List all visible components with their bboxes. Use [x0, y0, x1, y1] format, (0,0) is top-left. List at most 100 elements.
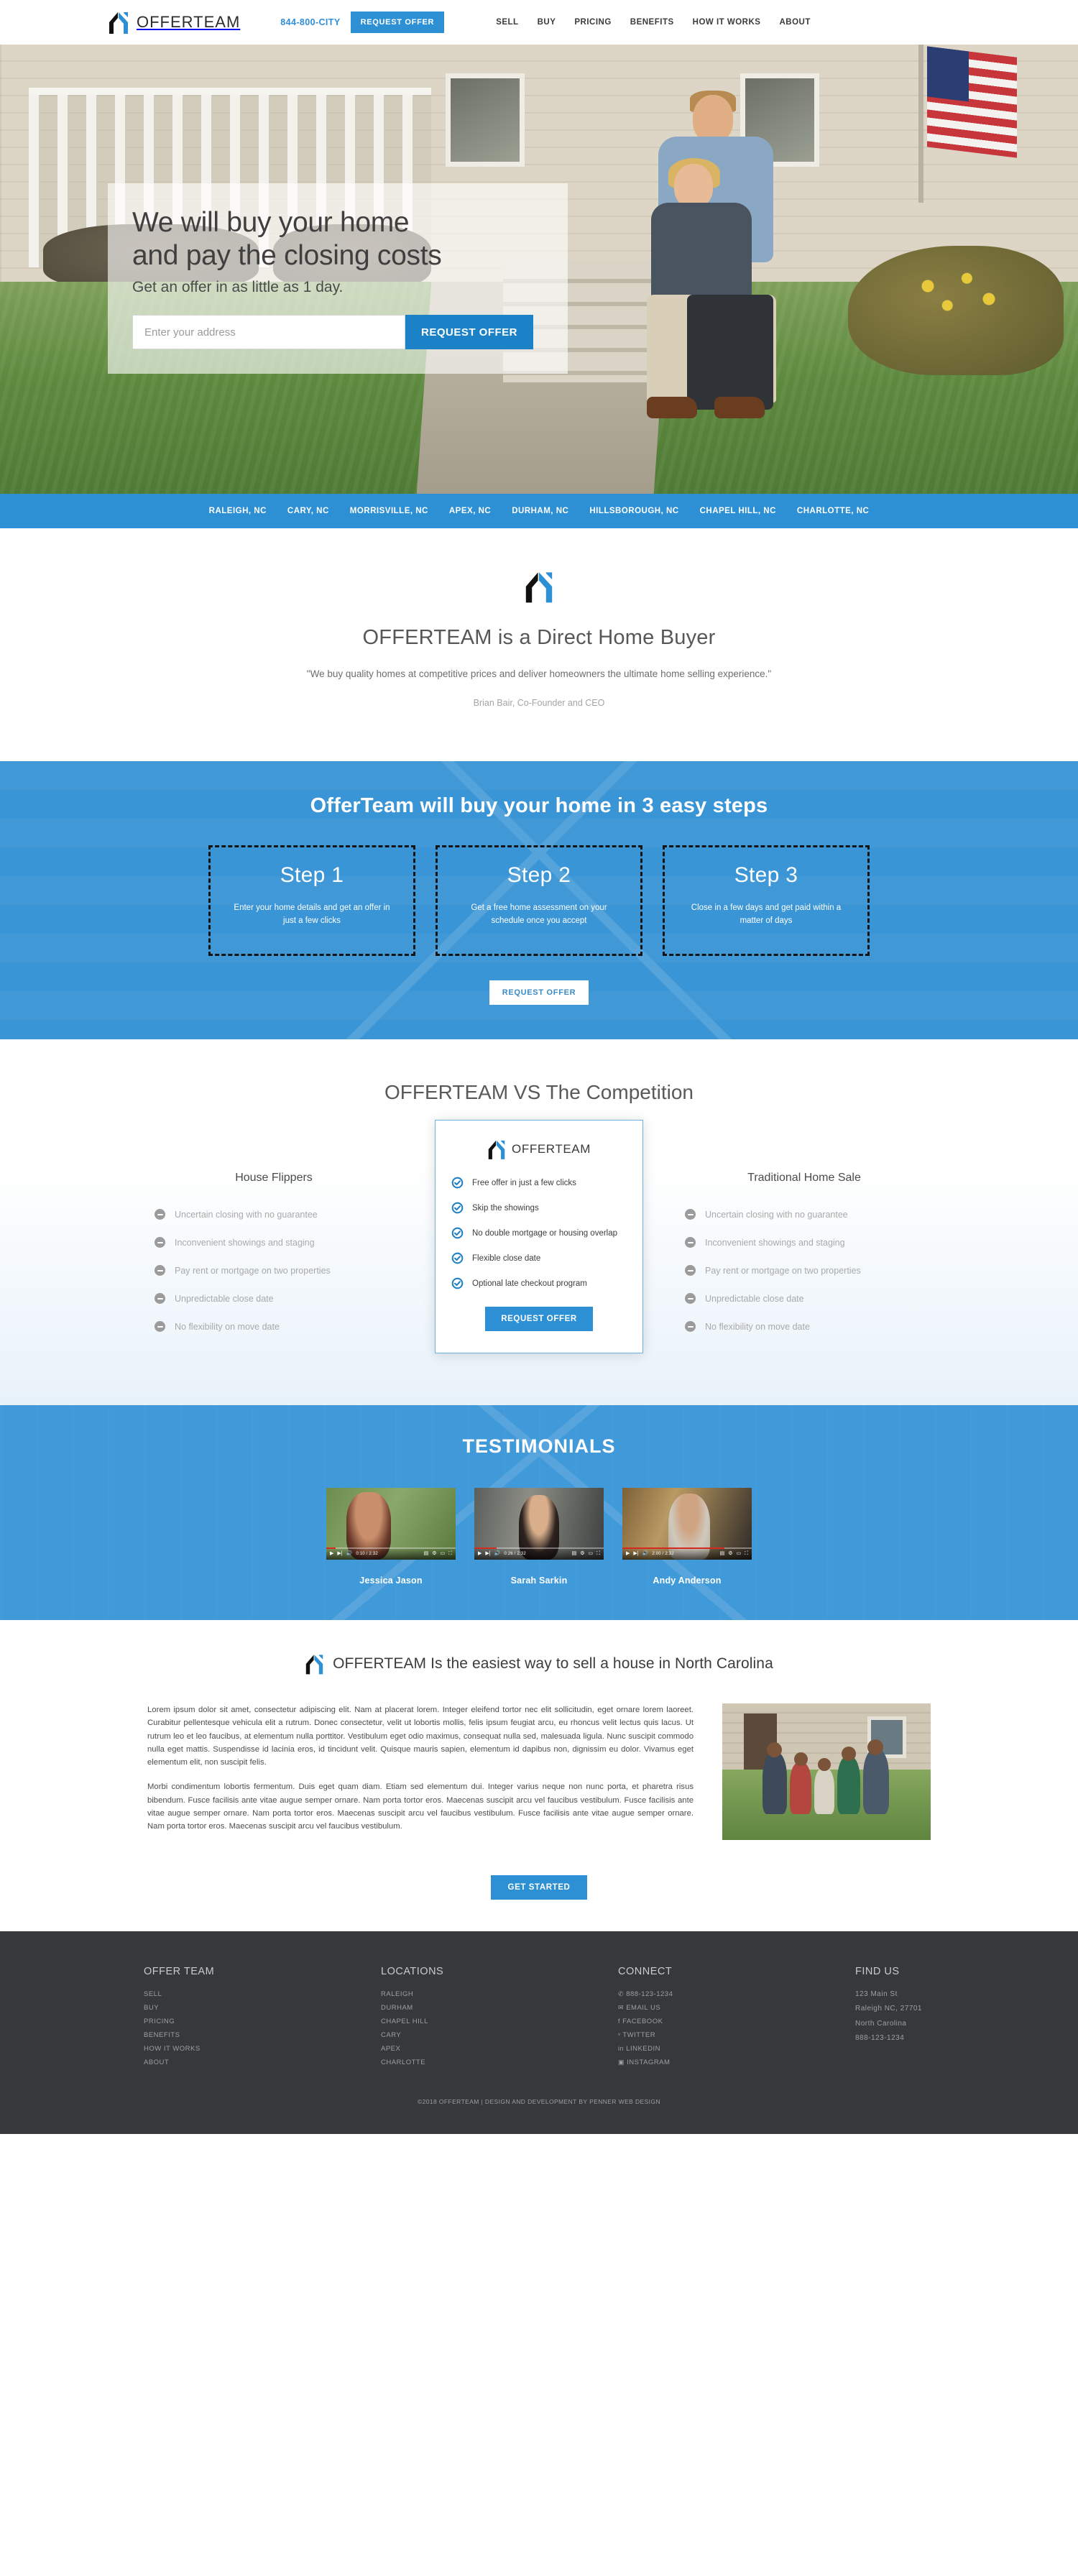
city-link-cary[interactable]: CARY, NC	[287, 507, 329, 515]
play-icon[interactable]: ▶	[330, 1551, 333, 1556]
minus-circle-icon	[155, 1237, 165, 1248]
footer-location-raleigh[interactable]: RALEIGH	[381, 1987, 546, 2001]
footer-link-benefits[interactable]: BENEFITS	[144, 2028, 309, 2042]
steps-request-offer-button[interactable]: REQUEST OFFER	[489, 980, 589, 1005]
fullscreen-icon[interactable]: ⛶	[596, 1551, 600, 1556]
house-flippers-item: Inconvenient showings and staging	[123, 1237, 425, 1248]
get-started-button[interactable]: GET STARTED	[490, 1874, 588, 1900]
testimonial-item: ▶ ▶| 🔊 2:00 / 2:32 ▤ ⚙ ▭ ⛶ Andy Anderson	[622, 1488, 752, 1586]
nav-item-about[interactable]: ABOUT	[779, 18, 810, 27]
item-label: Inconvenient showings and staging	[705, 1237, 845, 1248]
minus-circle-icon	[155, 1265, 165, 1276]
play-icon[interactable]: ▶	[478, 1551, 482, 1556]
footer-location-cary[interactable]: CARY	[381, 2028, 546, 2042]
next-icon[interactable]: ▶|	[337, 1551, 342, 1556]
link-label: 888-123-1234	[626, 1990, 673, 1998]
hero-section: We will buy your home and pay the closin…	[0, 45, 1078, 494]
nav-item-how-it-works[interactable]: HOW IT WORKS	[693, 18, 761, 27]
step-2-description: Get a free home assessment on your sched…	[471, 903, 607, 925]
testimonial-name: Sarah Sarkin	[510, 1576, 568, 1586]
twitter-icon: ᵛ	[618, 2030, 621, 2038]
city-link-chapel-hill[interactable]: CHAPEL HILL, NC	[700, 507, 776, 515]
next-icon[interactable]: ▶|	[485, 1551, 490, 1556]
subtitles-icon[interactable]: ▤	[720, 1551, 725, 1556]
volume-icon[interactable]: 🔊	[494, 1551, 501, 1556]
footer-link-buy[interactable]: BUY	[144, 2001, 309, 2015]
settings-gear-icon[interactable]: ⚙	[728, 1551, 732, 1556]
footer-location-charlotte[interactable]: CHARLOTTE	[381, 2056, 546, 2069]
nav-item-buy[interactable]: BUY	[538, 18, 556, 27]
header-phone-link[interactable]: 844-800-CITY	[280, 17, 340, 27]
footer-location-durham[interactable]: DURHAM	[381, 2001, 546, 2015]
theater-mode-icon[interactable]: ▭	[440, 1551, 445, 1556]
theater-mode-icon[interactable]: ▭	[736, 1551, 741, 1556]
footer-connect-twitter[interactable]: ᵛ TWITTER	[618, 2028, 783, 2042]
phone-icon: ✆	[618, 1990, 625, 1997]
easiest-heading: OFFERTEAM Is the easiest way to sell a h…	[333, 1655, 773, 1672]
city-link-durham[interactable]: DURHAM, NC	[512, 507, 568, 515]
item-label: Pay rent or mortgage on two properties	[175, 1265, 331, 1276]
video-timestamp: 0:26 / 2:32	[504, 1551, 526, 1556]
house-flippers-item: No flexibility on move date	[123, 1321, 425, 1332]
footer-link-how-it-works[interactable]: HOW IT WORKS	[144, 2042, 309, 2056]
footer-link-about[interactable]: ABOUT	[144, 2056, 309, 2069]
link-label: INSTAGRAM	[627, 2058, 671, 2066]
item-label: Uncertain closing with no guarantee	[175, 1209, 318, 1220]
city-link-raleigh[interactable]: RALEIGH, NC	[209, 507, 267, 515]
footer-connect-instagram[interactable]: ▣ INSTAGRAM	[618, 2056, 783, 2069]
testimonial-name: Jessica Jason	[359, 1576, 423, 1586]
fullscreen-icon[interactable]: ⛶	[745, 1551, 748, 1556]
testimonial-video-player[interactable]: ▶ ▶| 🔊 0:10 / 2:32 ▤ ⚙ ▭ ⛶	[326, 1488, 456, 1560]
subtitles-icon[interactable]: ▤	[424, 1551, 429, 1556]
footer-connect-email[interactable]: ✉ EMAIL US	[618, 2001, 783, 2015]
header-request-offer-button[interactable]: REQUEST OFFER	[350, 12, 445, 33]
settings-gear-icon[interactable]: ⚙	[580, 1551, 584, 1556]
testimonial-video-player[interactable]: ▶ ▶| 🔊 2:00 / 2:32 ▤ ⚙ ▭ ⛶	[622, 1488, 752, 1560]
hero-headline-line1: We will buy your home	[132, 207, 410, 238]
settings-gear-icon[interactable]: ⚙	[432, 1551, 436, 1556]
card-brand-name: OFFERTEAM	[512, 1142, 591, 1156]
nav-item-sell[interactable]: SELL	[496, 18, 518, 27]
footer-connect-phone[interactable]: ✆ 888-123-1234	[618, 1987, 783, 2001]
minus-circle-icon	[685, 1293, 696, 1304]
minus-circle-icon	[155, 1321, 165, 1332]
item-label: Pay rent or mortgage on two properties	[705, 1265, 861, 1276]
check-circle-icon	[451, 1202, 464, 1214]
volume-icon[interactable]: 🔊	[642, 1551, 649, 1556]
card-request-offer-button[interactable]: REQUEST OFFER	[485, 1307, 593, 1331]
nav-item-benefits[interactable]: BENEFITS	[630, 18, 674, 27]
envelope-icon: ✉	[618, 2003, 625, 2011]
city-link-morrisville[interactable]: MORRISVILLE, NC	[350, 507, 428, 515]
footer-connect-linkedin[interactable]: in LINKEDIN	[618, 2042, 783, 2056]
footer-link-sell[interactable]: SELL	[144, 1987, 309, 2001]
item-label: Uncertain closing with no guarantee	[705, 1209, 848, 1220]
testimonial-video-player[interactable]: ▶ ▶| 🔊 0:26 / 2:32 ▤ ⚙ ▭ ⛶	[474, 1488, 604, 1560]
house-logo-icon	[524, 570, 554, 603]
footer-link-pricing[interactable]: PRICING	[144, 2015, 309, 2028]
footer-copyright: ©2018 OFFERTEAM | DESIGN AND DEVELOPMENT…	[417, 2097, 660, 2105]
nav-item-pricing[interactable]: PRICING	[574, 18, 611, 27]
footer-connect-facebook[interactable]: f FACEBOOK	[618, 2015, 783, 2028]
city-link-hillsborough[interactable]: HILLSBOROUGH, NC	[589, 507, 678, 515]
volume-icon[interactable]: 🔊	[346, 1551, 353, 1556]
footer-location-apex[interactable]: APEX	[381, 2042, 546, 2056]
item-label: Inconvenient showings and staging	[175, 1237, 315, 1248]
link-label: FACEBOOK	[622, 2017, 663, 2025]
next-icon[interactable]: ▶|	[633, 1551, 638, 1556]
subtitles-icon[interactable]: ▤	[572, 1551, 577, 1556]
easiest-heading-row: OFFERTEAM Is the easiest way to sell a h…	[0, 1653, 1078, 1675]
item-label: Unpredictable close date	[175, 1293, 274, 1304]
city-link-apex[interactable]: APEX, NC	[449, 507, 491, 515]
easiest-body-copy: Lorem ipsum dolor sit amet, consectetur …	[147, 1703, 694, 1845]
minus-circle-icon	[685, 1209, 696, 1220]
brand-logo-link[interactable]: OFFERTEAM	[108, 11, 240, 34]
item-label: No flexibility on move date	[705, 1321, 810, 1332]
hero-address-input[interactable]	[132, 315, 405, 350]
footer-location-chapel-hill[interactable]: CHAPEL HILL	[381, 2015, 546, 2028]
city-link-charlotte[interactable]: CHARLOTTE, NC	[797, 507, 869, 515]
play-icon[interactable]: ▶	[626, 1551, 630, 1556]
theater-mode-icon[interactable]: ▭	[588, 1551, 593, 1556]
link-label: TWITTER	[622, 2030, 656, 2039]
fullscreen-icon[interactable]: ⛶	[448, 1551, 452, 1556]
hero-request-offer-button[interactable]: REQUEST OFFER	[405, 315, 534, 350]
